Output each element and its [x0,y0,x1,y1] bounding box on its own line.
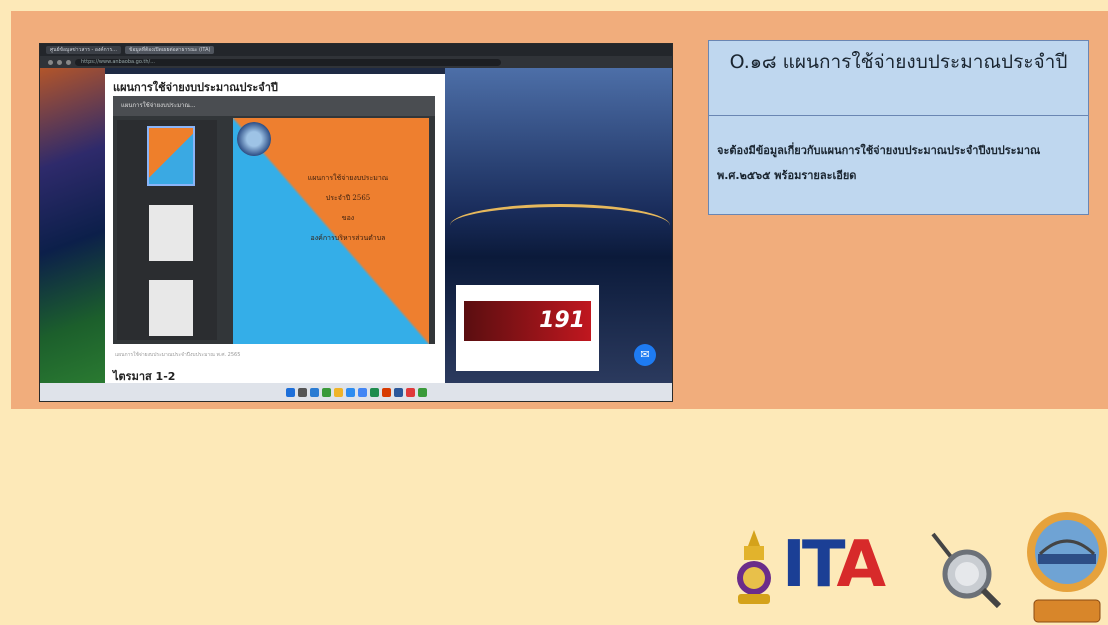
pdf-cover-text: แผนการใช้จ่ายงบประมาณ ประจำปี 2565 ของ อ… [273,168,423,248]
pdf-page: แผนการใช้จ่ายงบประมาณ ประจำปี 2565 ของ อ… [233,118,429,344]
pdf-thumbnails [117,120,217,340]
ita-logo: ITA [782,528,886,602]
pdf-icon[interactable] [405,387,415,397]
start-icon[interactable] [285,387,295,397]
chrome-icon[interactable] [357,387,367,397]
thumbnail-page-1[interactable] [147,126,195,186]
footer-logos: ITA [720,508,1108,625]
app-icon[interactable] [321,387,331,397]
pdf-line-2: ประจำปี 2565 [325,194,371,202]
url-field[interactable]: https://www.anbaoba.go.th/... [75,58,501,66]
pdf-line-3: ของ [341,214,355,222]
edge-icon[interactable] [345,387,355,397]
bridge-illustration [450,204,670,247]
ad-number: 191 [464,301,591,341]
address-bar: https://www.anbaoba.go.th/... [40,56,672,68]
thumbnail-page-3[interactable] [149,280,193,336]
reload-icon[interactable] [66,59,71,65]
messenger-icon[interactable]: ✉ [634,344,656,366]
section-description: จะต้องมีข้อมูลเกี่ยวกับแผนการใช้จ่ายงบปร… [717,144,1041,182]
magnifier-icon [931,532,1001,608]
browser-tab-1[interactable]: ศูนย์ข้อมูลข่าวสาร - องค์การ... [46,46,121,54]
section-title-box: O.๑๘ แผนการใช้จ่ายงบประมาณประจำปี [708,40,1089,116]
back-icon[interactable] [48,59,53,65]
word-icon[interactable] [393,387,403,397]
pdf-toolbar[interactable]: แผนการใช้จ่ายงบประมาณ... [113,96,435,116]
folder-icon[interactable] [333,387,343,397]
background-photo-left [40,68,105,383]
section-title: O.๑๘ แผนการใช้จ่ายงบประมาณประจำปี [729,51,1068,73]
pdf-caption: แผนการใช้จ่ายงบประมาณประจำปีงบประมาณ พ.ศ… [115,352,241,358]
thumbnail-page-2[interactable] [149,205,193,261]
royal-emblem-icon [737,530,771,604]
taskview-icon[interactable] [309,387,319,397]
page-title: แผนการใช้จ่ายงบประมาณประจำปี [113,81,278,94]
section-description-box: จะต้องมีข้อมูลเกี่ยวกับแผนการใช้จ่ายงบปร… [708,115,1089,215]
browser-tab-2[interactable]: ข้อมูลที่ต้องเปิดเผยต่อสาธารณะ (ITA) [124,46,215,54]
search-icon[interactable] [297,387,307,397]
org-seal-icon [237,122,271,156]
forward-icon[interactable] [57,59,62,65]
pdf-line-4: องค์การบริหารส่วนตำบล [310,234,386,242]
powerpoint-icon[interactable] [381,387,391,397]
excel-icon[interactable] [369,387,379,397]
pdf-line-1: แผนการใช้จ่ายงบประมาณ [307,174,389,182]
pdf-viewer[interactable]: แผนการใช้จ่ายงบประมาณ... แผนการใช้จ่ายงบ… [113,96,435,344]
organization-seal-icon [1027,512,1107,623]
screenshot-image: ศูนย์ข้อมูลข่าวสาร - องค์การ... ข้อมูลที… [39,43,673,402]
browser-tabbar: ศูนย์ข้อมูลข่าวสาร - องค์การ... ข้อมูลที… [40,44,672,56]
web-page: แผนการใช้จ่ายงบประมาณประจำปี แผนการใช้จ่… [105,74,445,383]
taskbar [40,383,672,401]
line-icon[interactable] [417,387,427,397]
ad-banner[interactable]: 191 [456,285,599,371]
